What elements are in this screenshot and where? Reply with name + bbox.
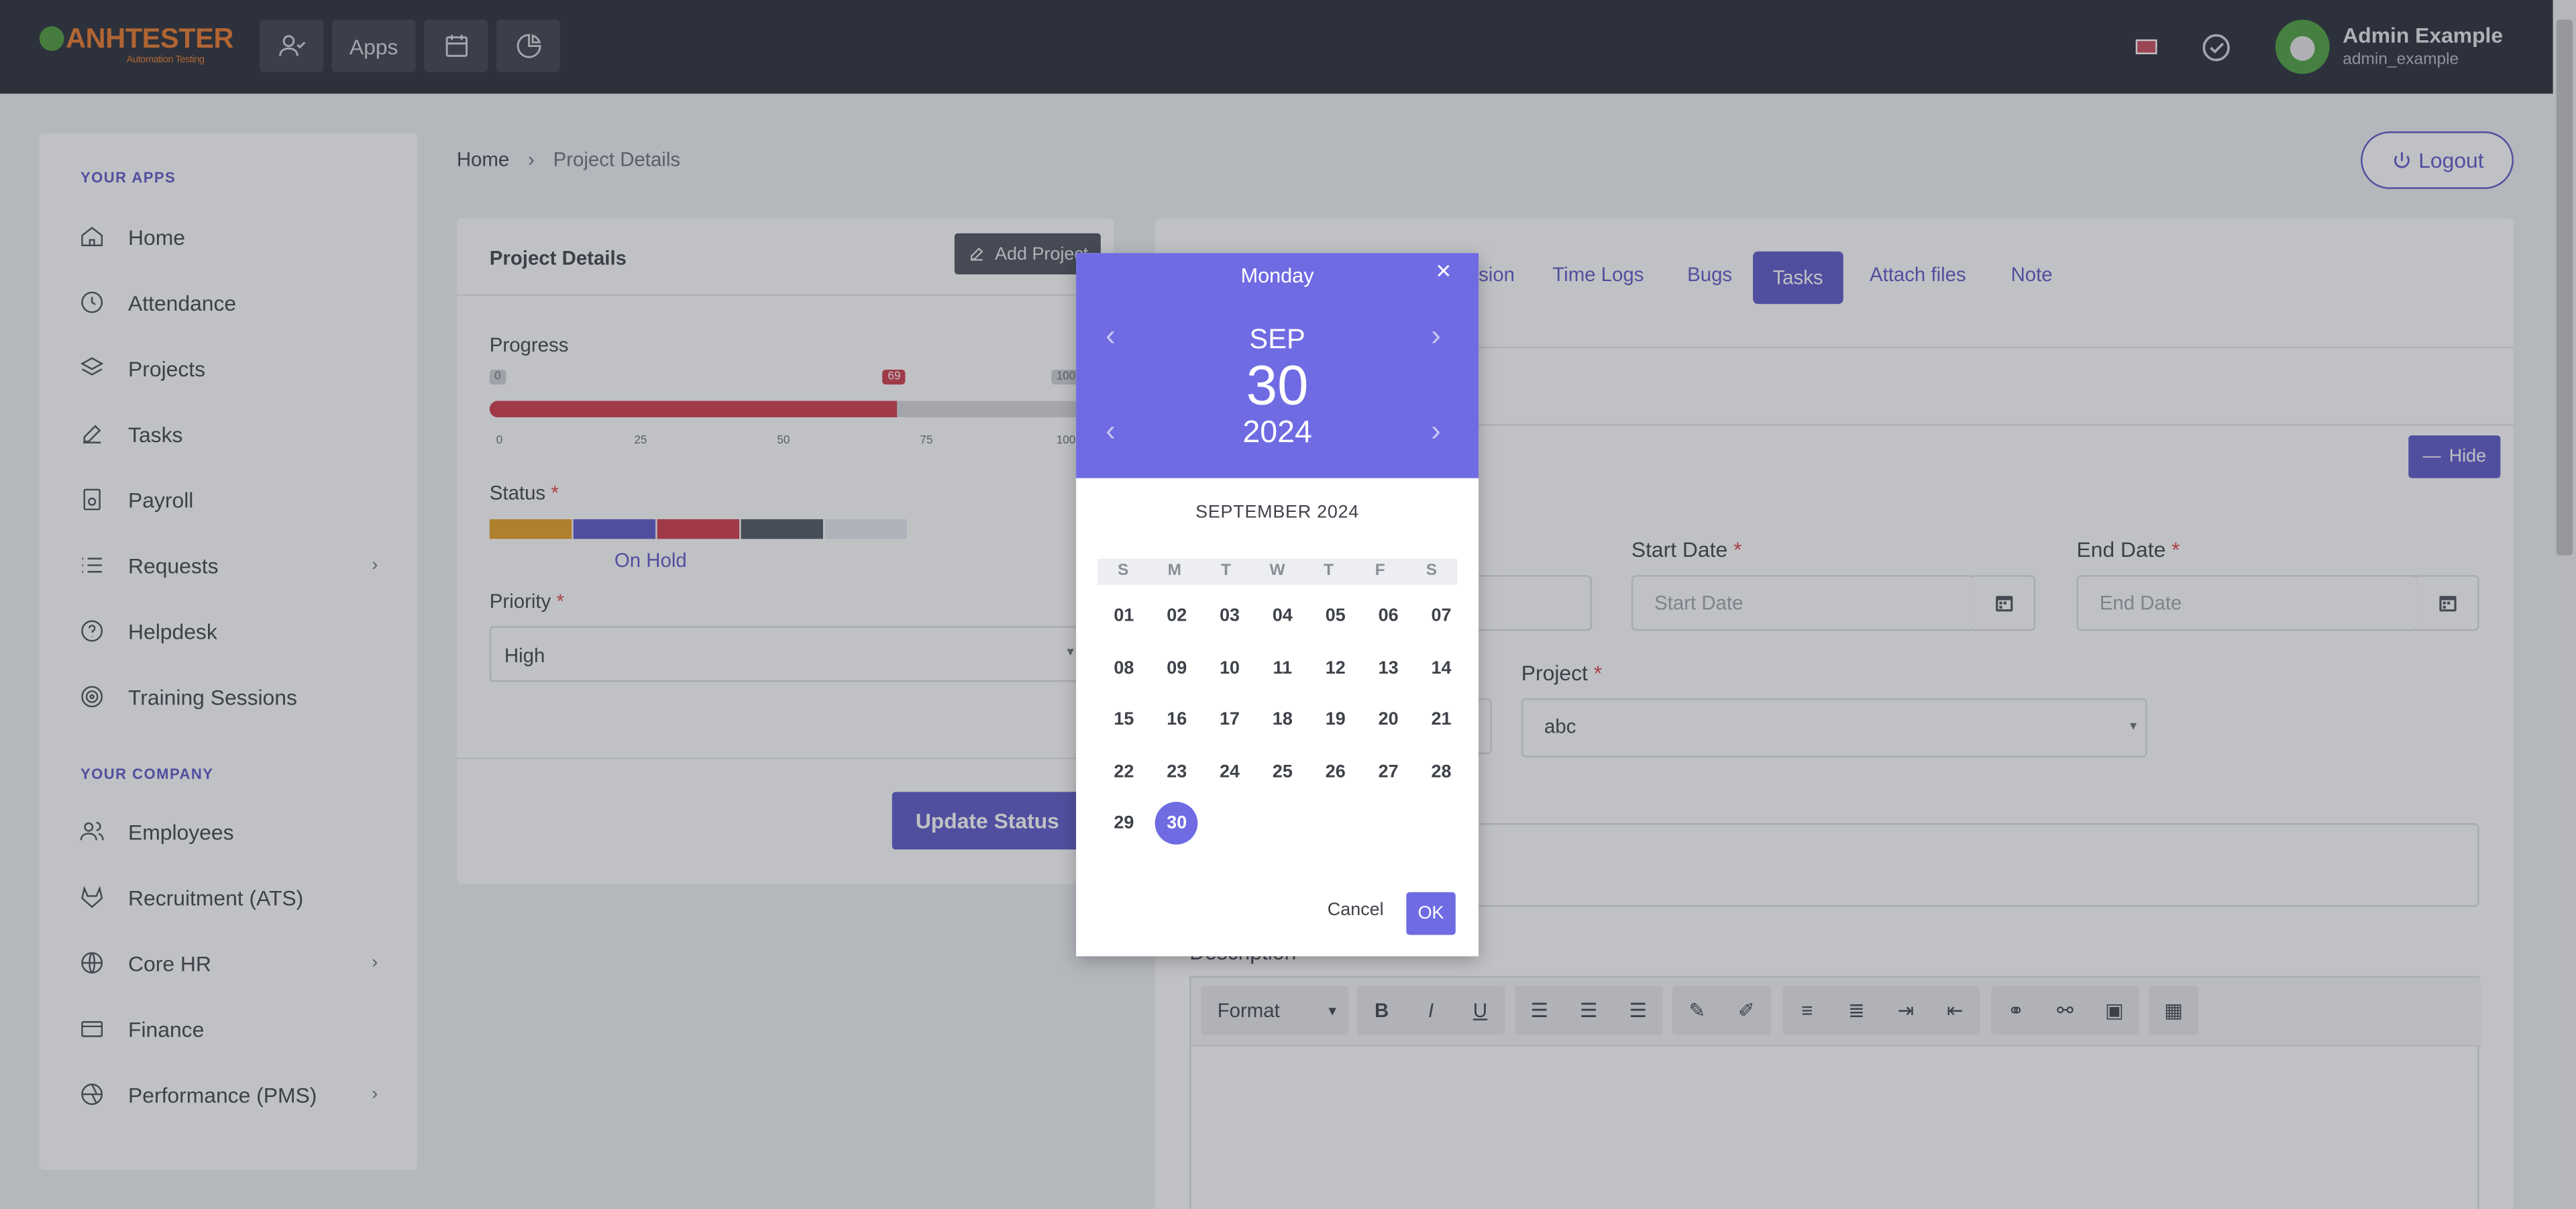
weekday-header-row: SMTWTFS [1097,558,1458,585]
calendar-day[interactable]: 30 [1155,802,1199,845]
selected-month: SEP [1249,323,1305,355]
weekday-label: S [1118,562,1129,580]
calendar-day[interactable]: 11 [1261,647,1304,690]
calendar-day[interactable]: 20 [1367,698,1410,741]
selected-weekday: Monday [1240,264,1314,288]
weekday-label: M [1167,562,1182,580]
weekday-label: W [1269,562,1285,580]
calendar-day[interactable]: 03 [1208,595,1251,638]
cancel-button[interactable]: Cancel [1328,900,1384,920]
calendar-day[interactable]: 10 [1208,647,1251,690]
calendar-day[interactable]: 05 [1314,595,1357,638]
close-icon[interactable]: × [1436,258,1451,287]
calendar-day[interactable]: 24 [1208,750,1251,793]
ok-button[interactable]: OK [1406,892,1456,935]
calendar-day[interactable]: 25 [1261,750,1304,793]
weekday-label: S [1426,562,1438,580]
calendar-day[interactable]: 19 [1314,698,1357,741]
calendar-day[interactable]: 27 [1367,750,1410,793]
calendar-day[interactable]: 17 [1208,698,1251,741]
selected-year: 2024 [1242,415,1312,451]
weekday-label: T [1324,562,1334,580]
calendar-month-title: SEPTEMBER 2024 [1195,503,1360,523]
calendar-day[interactable]: 23 [1155,750,1198,793]
calendar-day[interactable]: 01 [1103,595,1146,638]
calendar-day[interactable]: 15 [1103,698,1146,741]
calendar-day[interactable]: 16 [1155,698,1198,741]
datepicker-header: Monday × ‹ › SEP 30 ‹ › 2024 [1076,253,1479,478]
datepicker-dialog: Monday × ‹ › SEP 30 ‹ › 2024 SEPTEMBER 2… [1076,253,1479,957]
calendar-day[interactable]: 29 [1103,802,1146,845]
calendar-day[interactable]: 13 [1367,647,1410,690]
calendar-day[interactable]: 04 [1261,595,1304,638]
calendar-day[interactable]: 14 [1420,647,1463,690]
calendar-day[interactable]: 21 [1420,698,1463,741]
calendar-day[interactable]: 09 [1155,647,1198,690]
calendar-day[interactable]: 28 [1420,750,1463,793]
calendar-day[interactable]: 12 [1314,647,1357,690]
calendar-day[interactable]: 08 [1103,647,1146,690]
weekday-label: F [1375,562,1385,580]
calendar-day[interactable]: 07 [1420,595,1463,638]
calendar-day[interactable]: 06 [1367,595,1410,638]
selected-day: 30 [1246,354,1309,418]
calendar-day[interactable]: 02 [1155,595,1198,638]
calendar-day[interactable]: 18 [1261,698,1304,741]
calendar-day[interactable]: 26 [1314,750,1357,793]
weekday-label: T [1220,562,1231,580]
calendar-day[interactable]: 22 [1103,750,1146,793]
